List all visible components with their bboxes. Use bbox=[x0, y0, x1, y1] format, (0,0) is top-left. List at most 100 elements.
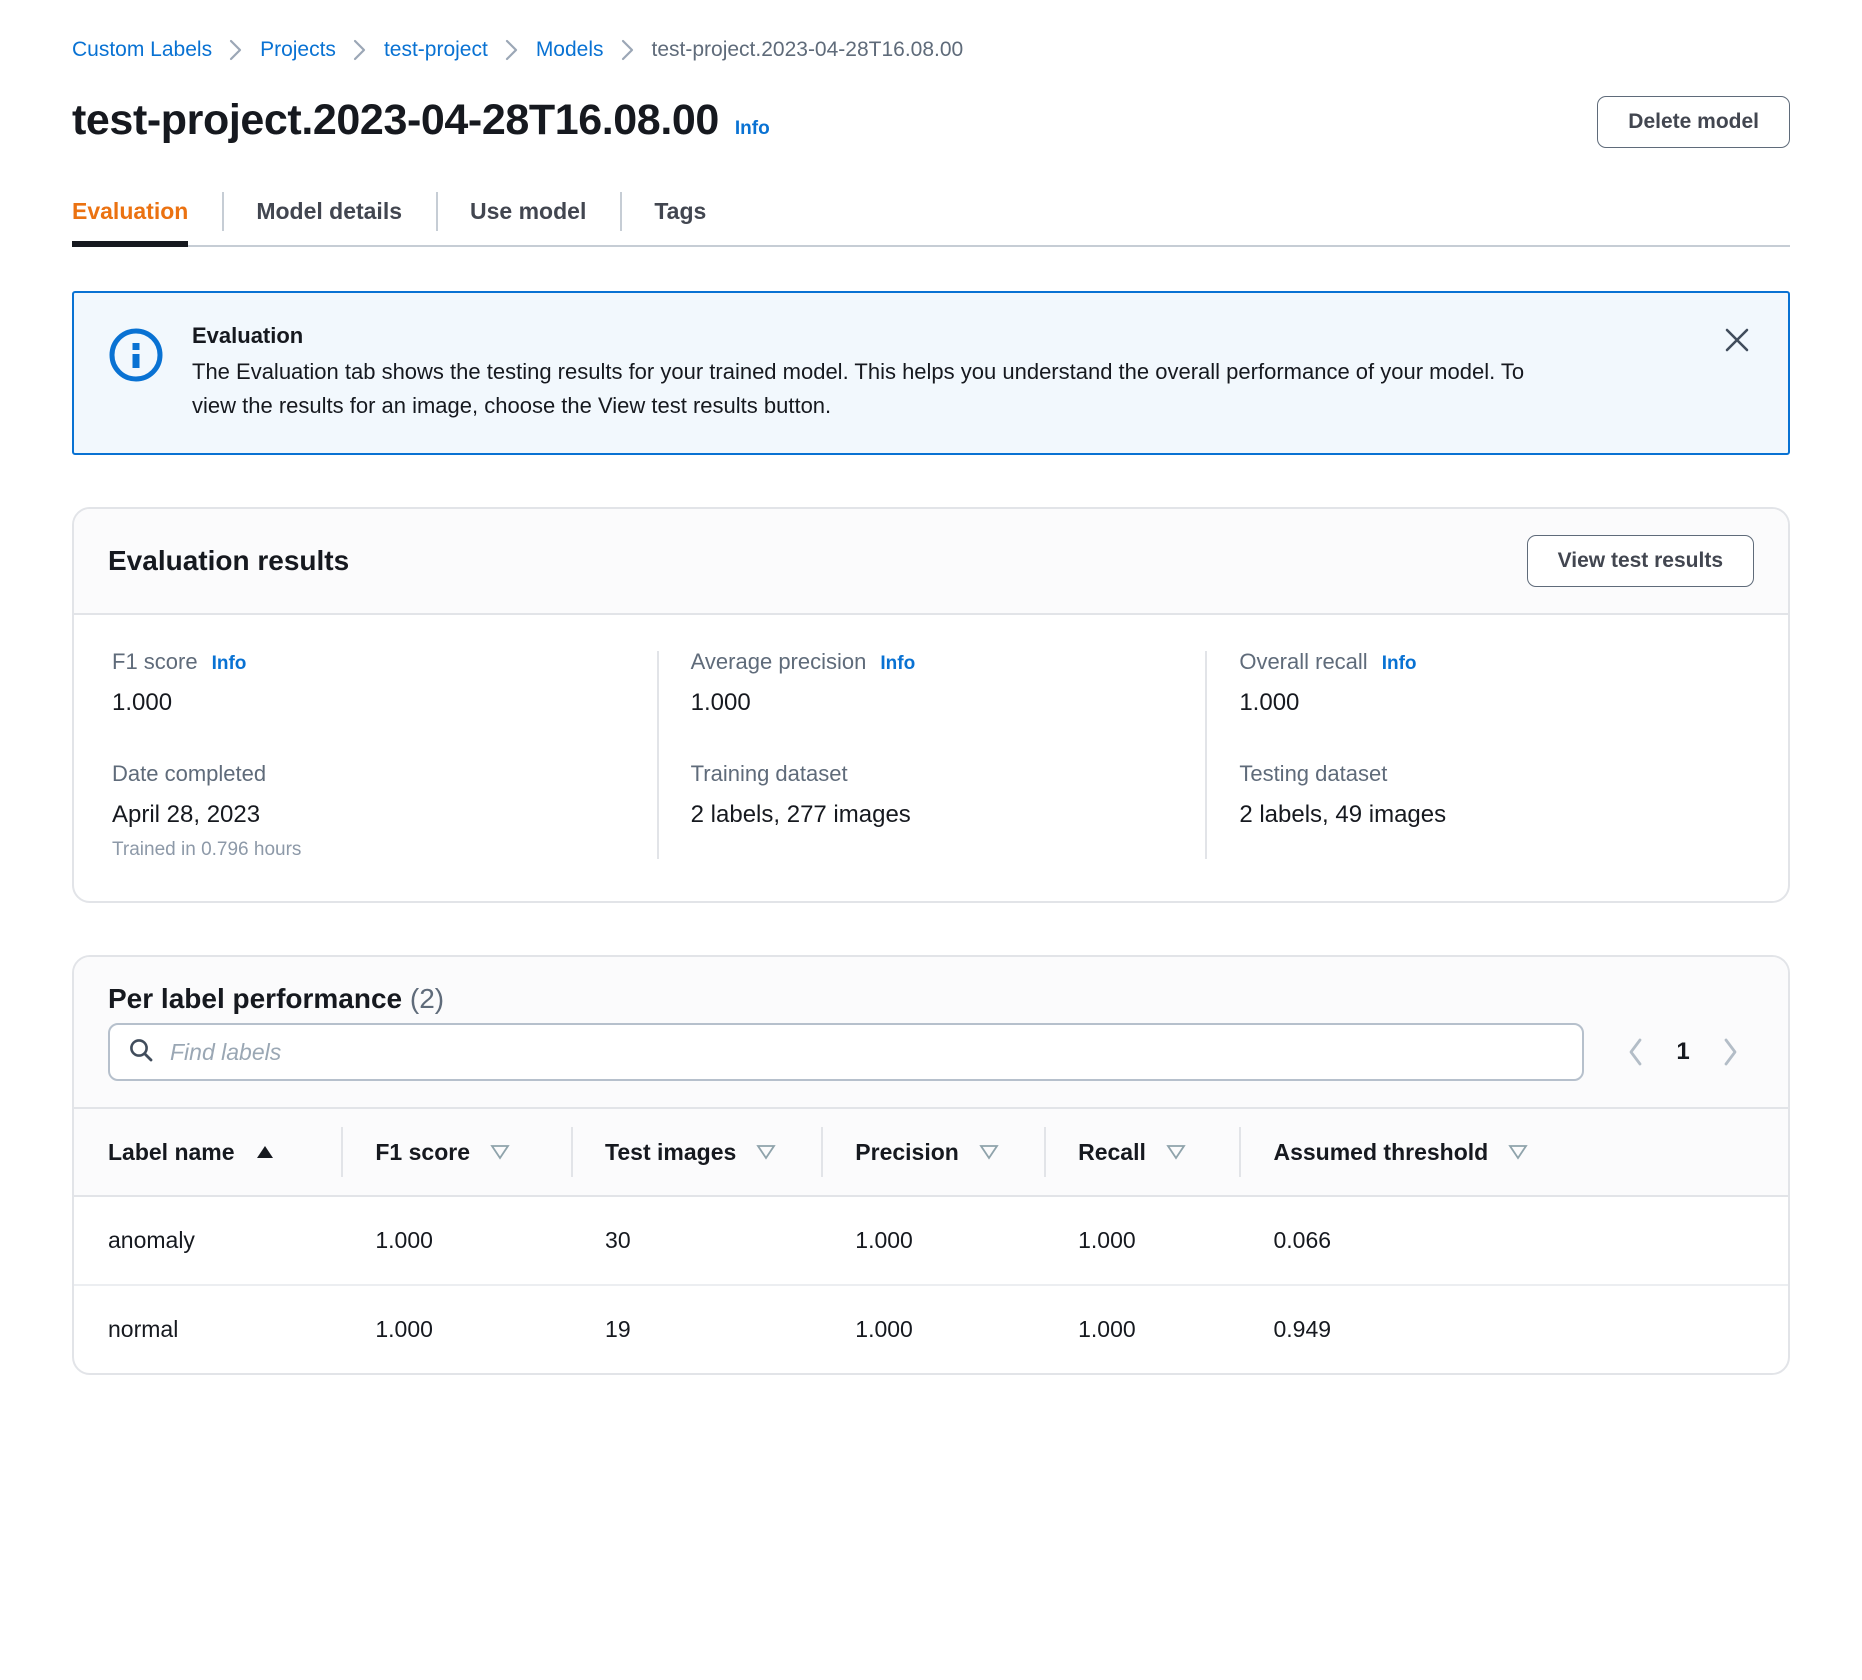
metric-f1-value: 1.000 bbox=[112, 689, 173, 717]
metrics-grid: F1 score Info 1.000 Date completed April… bbox=[74, 615, 1788, 901]
metric-average-precision-label: Average precision bbox=[690, 649, 867, 675]
breadcrumb-item-test-project[interactable]: test-project bbox=[384, 38, 488, 62]
tab-tags[interactable]: Tags bbox=[620, 184, 740, 245]
per-label-table: Label name F1 score Test images Precisio… bbox=[74, 1107, 1788, 1373]
cell-recall: 1.000 bbox=[1044, 1196, 1240, 1287]
breadcrumb-separator-icon bbox=[228, 39, 244, 61]
metric-testing-dataset-label: Testing dataset bbox=[1239, 761, 1388, 787]
find-labels-search-box[interactable] bbox=[108, 1023, 1584, 1082]
metric-column-overall-recall: Overall recall Info 1.000 Testing datase… bbox=[1205, 649, 1754, 861]
close-icon[interactable] bbox=[1716, 319, 1758, 361]
cell-test-images: 19 bbox=[605, 1316, 631, 1343]
info-circle-icon bbox=[108, 327, 164, 388]
metric-f1-label: F1 score bbox=[112, 649, 198, 675]
column-header-label-name-text: Label name bbox=[108, 1138, 235, 1165]
metric-training-time: Trained in 0.796 hours bbox=[112, 839, 302, 861]
metric-testing-dataset-value: 2 labels, 49 images bbox=[1239, 801, 1447, 829]
cell-precision: 1.000 bbox=[821, 1196, 1045, 1287]
column-header-recall[interactable]: Recall bbox=[1044, 1107, 1240, 1198]
column-header-f1-score-text: F1 score bbox=[375, 1138, 470, 1165]
metric-training-dataset: Training dataset 2 labels, 277 images bbox=[691, 761, 1172, 829]
search-input[interactable] bbox=[170, 1038, 1564, 1066]
cell-assumed-threshold: 0.066 bbox=[1239, 1196, 1788, 1287]
column-header-assumed-threshold[interactable]: Assumed threshold bbox=[1239, 1107, 1788, 1198]
metric-column-average-precision: Average precision Info 1.000 Training da… bbox=[656, 649, 1206, 861]
metric-average-precision-info-link[interactable]: Info bbox=[880, 653, 915, 675]
evaluation-results-header: Evaluation results View test results bbox=[74, 509, 1788, 616]
alert-description: The Evaluation tab shows the testing res… bbox=[192, 359, 1525, 419]
metric-column-f1: F1 score Info 1.000 Date completed April… bbox=[108, 649, 657, 861]
table-row[interactable]: anomaly 1.000 30 1.000 1.000 0.066 bbox=[74, 1196, 1788, 1287]
metric-average-precision-label-row: Average precision Info bbox=[691, 649, 1172, 675]
metric-date-completed-label: Date completed bbox=[112, 761, 267, 787]
tab-evaluation[interactable]: Evaluation bbox=[72, 184, 222, 247]
cell-label-name: anomaly bbox=[74, 1196, 342, 1287]
table-row[interactable]: normal 1.000 19 1.000 1.000 0.949 bbox=[74, 1285, 1788, 1373]
cell-f1-score: 1.000 bbox=[341, 1196, 572, 1287]
metric-training-dataset-label: Training dataset bbox=[690, 761, 848, 787]
metric-f1-label-row: F1 score Info bbox=[112, 649, 623, 675]
pagination: 1 bbox=[1602, 1027, 1754, 1077]
tab-use-model[interactable]: Use model bbox=[436, 184, 620, 245]
sort-ascending-icon bbox=[255, 1144, 275, 1160]
metric-testing-dataset: Testing dataset 2 labels, 49 images bbox=[1239, 761, 1720, 829]
view-test-results-button[interactable]: View test results bbox=[1526, 535, 1754, 588]
delete-model-button[interactable]: Delete model bbox=[1597, 96, 1790, 148]
chevron-left-icon[interactable] bbox=[1612, 1027, 1660, 1077]
pagination-page-1[interactable]: 1 bbox=[1668, 1038, 1698, 1066]
metric-overall-recall-info-link[interactable]: Info bbox=[1382, 653, 1417, 675]
sort-descending-icon bbox=[1508, 1144, 1528, 1160]
table-header-row: Label name F1 score Test images Precisio… bbox=[74, 1107, 1788, 1198]
cell-assumed-threshold: 0.949 bbox=[1273, 1316, 1332, 1343]
column-header-test-images-text: Test images bbox=[605, 1138, 737, 1165]
per-label-title: Per label performance bbox=[108, 983, 403, 1015]
page-title: test-project.2023-04-28T16.08.00 bbox=[72, 96, 719, 144]
column-header-recall-text: Recall bbox=[1078, 1138, 1146, 1165]
column-header-precision-text: Precision bbox=[855, 1138, 959, 1165]
evaluation-results-card: Evaluation results View test results F1 … bbox=[72, 507, 1790, 904]
sort-descending-icon bbox=[1166, 1144, 1186, 1160]
metric-f1-score: F1 score Info 1.000 bbox=[112, 649, 623, 717]
title-info-link[interactable]: Info bbox=[735, 118, 770, 140]
sort-descending-icon bbox=[490, 1144, 510, 1160]
cell-label-name: normal bbox=[108, 1316, 179, 1343]
metric-average-precision: Average precision Info 1.000 bbox=[691, 649, 1172, 717]
column-header-test-images[interactable]: Test images bbox=[571, 1107, 822, 1198]
evaluation-info-alert: Evaluation The Evaluation tab shows the … bbox=[72, 291, 1790, 456]
metric-date-completed: Date completed April 28, 2023 Trained in… bbox=[112, 761, 623, 861]
breadcrumb-separator-icon bbox=[620, 39, 636, 61]
metric-overall-recall-label: Overall recall bbox=[1239, 649, 1368, 675]
breadcrumb-item-projects[interactable]: Projects bbox=[260, 38, 336, 62]
breadcrumb-separator-icon bbox=[352, 39, 368, 61]
per-label-count: (2) bbox=[409, 983, 445, 1015]
sort-descending-icon bbox=[756, 1144, 776, 1160]
metric-f1-info-link[interactable]: Info bbox=[212, 653, 247, 675]
column-header-f1-score[interactable]: F1 score bbox=[341, 1107, 572, 1198]
tab-bar: Evaluation Model details Use model Tags bbox=[72, 184, 1790, 247]
breadcrumb: Custom Labels Projects test-project Mode… bbox=[72, 0, 1790, 62]
breadcrumb-item-models[interactable]: Models bbox=[536, 38, 604, 62]
search-icon bbox=[128, 1037, 154, 1068]
metric-average-precision-value: 1.000 bbox=[690, 689, 751, 717]
table-toolbar: 1 bbox=[74, 1023, 1788, 1108]
column-header-assumed-threshold-text: Assumed threshold bbox=[1273, 1138, 1489, 1165]
per-label-performance-card: Per label performance (2) 1 bbox=[72, 955, 1790, 1376]
sort-descending-icon bbox=[979, 1144, 999, 1160]
per-label-header: Per label performance (2) bbox=[74, 957, 1788, 1024]
column-header-precision[interactable]: Precision bbox=[821, 1107, 1045, 1198]
cell-test-images: 30 bbox=[571, 1196, 822, 1287]
metric-training-dataset-value: 2 labels, 277 images bbox=[690, 801, 911, 829]
column-header-label-name[interactable]: Label name bbox=[74, 1107, 342, 1198]
breadcrumb-item-custom-labels[interactable]: Custom Labels bbox=[72, 38, 212, 62]
metric-overall-recall-value: 1.000 bbox=[1239, 689, 1300, 717]
breadcrumb-item-current: test-project.2023-04-28T16.08.00 bbox=[651, 38, 964, 61]
title-group: test-project.2023-04-28T16.08.00 Info bbox=[72, 96, 770, 145]
evaluation-results-title: Evaluation results bbox=[108, 545, 350, 577]
page-root: Custom Labels Projects test-project Mode… bbox=[0, 0, 1862, 1680]
per-label-title-row: Per label performance (2) bbox=[108, 983, 444, 1015]
cell-recall: 1.000 bbox=[1078, 1316, 1136, 1343]
breadcrumb-separator-icon bbox=[504, 39, 520, 61]
cell-precision: 1.000 bbox=[855, 1316, 913, 1343]
tab-model-details[interactable]: Model details bbox=[222, 184, 436, 245]
chevron-right-icon[interactable] bbox=[1706, 1027, 1754, 1077]
